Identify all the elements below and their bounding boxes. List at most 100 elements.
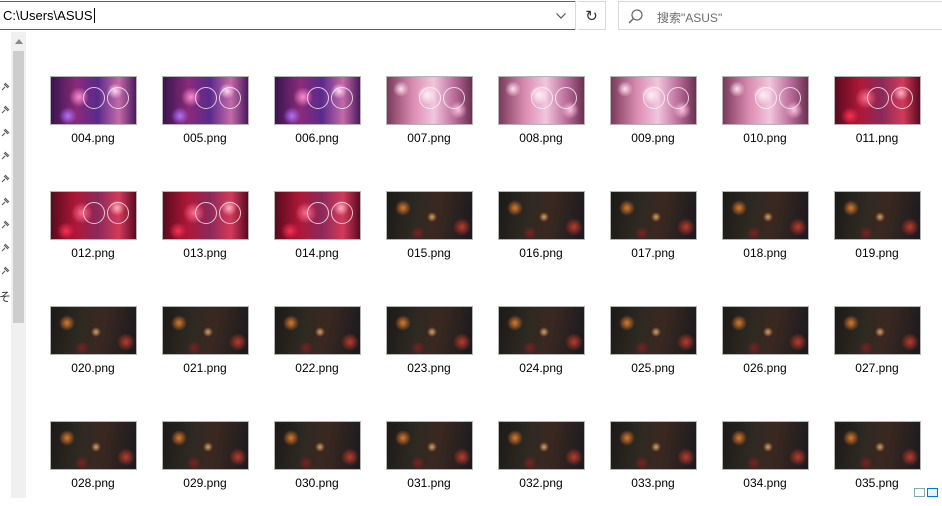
file-item[interactable]: 028.png [38, 408, 148, 506]
file-thumbnail [498, 76, 585, 125]
file-item[interactable]: 004.png [38, 63, 148, 161]
file-item[interactable]: 009.png [598, 63, 708, 161]
file-name: 009.png [631, 131, 675, 145]
file-item[interactable]: 007.png [374, 63, 484, 161]
file-name: 027.png [855, 361, 899, 375]
address-history-button[interactable] [548, 2, 574, 29]
file-name: 032.png [519, 476, 563, 490]
file-name: 005.png [183, 131, 227, 145]
details-view-icon[interactable] [914, 488, 925, 497]
file-item[interactable]: 020.png [38, 293, 148, 391]
file-thumbnail [162, 191, 249, 240]
file-item[interactable]: 014.png [262, 178, 372, 276]
file-thumbnail [50, 306, 137, 355]
file-item[interactable]: 010.png [710, 63, 820, 161]
file-name: 033.png [631, 476, 675, 490]
file-thumbnail [610, 421, 697, 470]
address-divider [575, 1, 576, 30]
chevron-down-icon [556, 12, 566, 19]
file-name: 010.png [743, 131, 787, 145]
file-thumbnail [834, 76, 921, 125]
file-item[interactable]: 013.png [150, 178, 260, 276]
file-item[interactable]: 011.png [822, 63, 932, 161]
file-thumbnail [722, 76, 809, 125]
file-name: 030.png [295, 476, 339, 490]
file-name: 012.png [71, 246, 115, 260]
large-icons-view-icon[interactable] [927, 488, 938, 497]
pin-icon [1, 220, 10, 229]
file-name: 021.png [183, 361, 227, 375]
file-thumbnail [834, 306, 921, 355]
view-toggle [914, 488, 942, 498]
pin-icon [1, 243, 10, 252]
file-thumbnail [610, 306, 697, 355]
search-placeholder: 搜索"ASUS" [657, 11, 723, 25]
file-name: 019.png [855, 246, 899, 260]
nav-scrollbar[interactable] [11, 32, 26, 498]
file-thumbnail [722, 421, 809, 470]
file-name: 023.png [407, 361, 451, 375]
file-thumbnail [274, 76, 361, 125]
file-name: 007.png [407, 131, 451, 145]
file-item[interactable]: 022.png [262, 293, 372, 391]
file-name: 008.png [519, 131, 563, 145]
search-box[interactable]: 搜索"ASUS" [618, 1, 942, 30]
file-thumbnail [498, 421, 585, 470]
file-thumbnail [386, 306, 473, 355]
file-name: 016.png [519, 246, 563, 260]
text-caret [93, 8, 95, 23]
file-item[interactable]: 006.png [262, 63, 372, 161]
file-item[interactable]: 027.png [822, 293, 932, 391]
file-item[interactable]: 030.png [262, 408, 372, 506]
file-name: 024.png [519, 361, 563, 375]
file-thumbnail [274, 191, 361, 240]
pin-icon [1, 174, 10, 183]
file-item[interactable]: 008.png [486, 63, 596, 161]
file-item[interactable]: 023.png [374, 293, 484, 391]
file-item[interactable]: 015.png [374, 178, 484, 276]
file-item[interactable]: 024.png [486, 293, 596, 391]
file-item[interactable]: 012.png [38, 178, 148, 276]
file-name: 011.png [855, 131, 899, 145]
file-name: 015.png [407, 246, 451, 260]
file-item[interactable]: 019.png [822, 178, 932, 276]
file-name: 006.png [295, 131, 339, 145]
file-item[interactable]: 026.png [710, 293, 820, 391]
file-item[interactable]: 018.png [710, 178, 820, 276]
top-bar: C:\Users\ASUS ↻ 搜索"ASUS" [0, 0, 942, 32]
file-item[interactable]: 034.png [710, 408, 820, 506]
address-bar[interactable]: C:\Users\ASUS [0, 1, 576, 30]
file-thumbnail [386, 76, 473, 125]
file-thumbnail [50, 191, 137, 240]
pin-icon [1, 197, 10, 206]
file-thumbnail [610, 76, 697, 125]
file-item[interactable]: 016.png [486, 178, 596, 276]
file-item[interactable]: 005.png [150, 63, 260, 161]
file-thumbnail [498, 306, 585, 355]
scroll-thumb[interactable] [13, 51, 24, 323]
file-name: 018.png [743, 246, 787, 260]
file-thumbnail [386, 421, 473, 470]
file-item[interactable]: 031.png [374, 408, 484, 506]
file-item[interactable]: 032.png [486, 408, 596, 506]
file-item[interactable]: 021.png [150, 293, 260, 391]
file-thumbnail [498, 191, 585, 240]
address-path[interactable]: C:\Users\ASUS [3, 8, 95, 23]
file-item[interactable]: 017.png [598, 178, 708, 276]
pin-icon [1, 151, 10, 160]
nav-item-glyph[interactable]: そ [0, 288, 11, 305]
file-name: 025.png [631, 361, 675, 375]
file-thumbnail [162, 421, 249, 470]
file-item[interactable]: 033.png [598, 408, 708, 506]
file-item[interactable]: 029.png [150, 408, 260, 506]
refresh-button[interactable]: ↻ [578, 1, 606, 30]
file-item[interactable]: 025.png [598, 293, 708, 391]
file-thumbnail [274, 306, 361, 355]
refresh-icon: ↻ [585, 7, 598, 25]
file-thumbnail [834, 191, 921, 240]
file-thumbnail [162, 76, 249, 125]
file-thumbnail [50, 76, 137, 125]
pin-icon [1, 266, 10, 275]
pin-icon [1, 82, 10, 91]
scroll-up-button[interactable] [11, 36, 26, 46]
